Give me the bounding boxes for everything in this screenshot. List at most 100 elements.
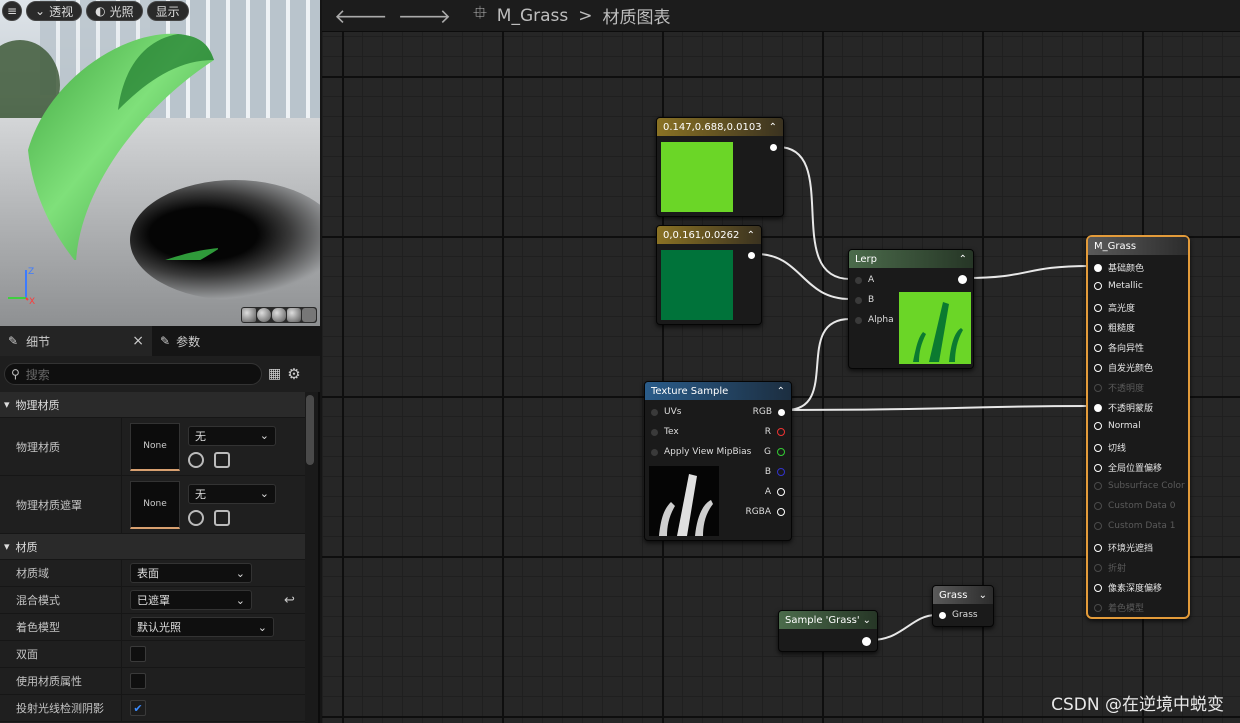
- lerp-node[interactable]: Lerp ⌃ A B Alpha: [848, 249, 974, 369]
- constant3vector-node[interactable]: 0.147,0.688,0.0103 ⌃: [656, 117, 784, 217]
- chevron-down-icon[interactable]: ⌄: [979, 590, 987, 601]
- color-swatch: [661, 250, 733, 320]
- pin-socket-icon: [1094, 323, 1102, 332]
- output-pin[interactable]: [770, 144, 777, 151]
- landscape-grass-sample-node[interactable]: Sample 'Grass' ⌄: [778, 610, 878, 652]
- material-input-pin[interactable]: 环境光遮挡: [1094, 541, 1153, 554]
- asset-thumbnail[interactable]: None: [130, 480, 180, 529]
- output-pin-a[interactable]: A: [765, 487, 785, 497]
- browse-asset-icon[interactable]: [214, 509, 230, 526]
- collapse-icon[interactable]: ⌃: [769, 122, 777, 133]
- browse-asset-icon[interactable]: [214, 451, 230, 468]
- shading-model-combo[interactable]: 默认光照 ⌄: [130, 617, 274, 637]
- asset-thumbnail[interactable]: None: [130, 422, 180, 471]
- material-input-pin[interactable]: Subsurface Color: [1094, 481, 1185, 491]
- input-pin-grass[interactable]: Grass: [939, 610, 978, 620]
- material-input-pin[interactable]: 折射: [1094, 561, 1126, 574]
- collapse-icon[interactable]: ⌃: [747, 230, 755, 241]
- material-input-pin[interactable]: 高光度: [1094, 301, 1135, 314]
- output-pin-g[interactable]: G: [764, 447, 785, 457]
- plane-preview-icon[interactable]: [272, 308, 286, 322]
- property-value: [122, 668, 305, 694]
- constant3vector-node[interactable]: 0,0.161,0.0262 ⌃: [656, 225, 762, 325]
- grid-view-icon[interactable]: ▦: [268, 366, 281, 382]
- cylinder-preview-icon[interactable]: [242, 308, 256, 322]
- output-pin-rgb[interactable]: RGB: [753, 407, 785, 417]
- collapse-icon[interactable]: ⌃: [777, 386, 785, 397]
- close-tab-icon[interactable]: ×: [132, 333, 144, 349]
- reset-arrow-icon[interactable]: ↩: [284, 593, 295, 608]
- material-input-pin[interactable]: 着色模型: [1094, 601, 1144, 614]
- sphere-preview-icon[interactable]: [257, 308, 271, 322]
- material-input-pin[interactable]: Metallic: [1094, 281, 1143, 291]
- details-panel: ▾ 物理材质 物理材质 None 无 ⌄ 物理材质遮罩 None 无 ⌄ ▾ 材…: [0, 392, 305, 723]
- use-selected-icon[interactable]: [188, 451, 204, 468]
- input-pin-tex[interactable]: Tex: [651, 427, 679, 437]
- perspective-button[interactable]: ⌄ 透视: [26, 1, 83, 21]
- input-pin-b[interactable]: B: [855, 295, 874, 305]
- viewport-menu-button[interactable]: ≡: [2, 1, 22, 21]
- asset-picker-combo[interactable]: 无 ⌄: [188, 425, 276, 446]
- chevron-down-icon[interactable]: ⌄: [863, 615, 871, 626]
- use-selected-icon[interactable]: [188, 509, 204, 526]
- material-input-pin[interactable]: Normal: [1094, 421, 1141, 431]
- left-panel: ≡ ⌄ 透视 ◐ 光照 显示 Z X ✎ 细节 × ✎ 参数 ⚲ 搜索 ▦ ⚙ …: [0, 0, 320, 723]
- material-input-pin[interactable]: Custom Data 0: [1094, 501, 1175, 511]
- grass-output-node[interactable]: Grass ⌄ Grass: [932, 585, 994, 627]
- details-scrollbar[interactable]: [306, 395, 314, 465]
- material-input-pin[interactable]: 各向异性: [1094, 341, 1144, 354]
- texture-sample-node[interactable]: Texture Sample ⌃ UVs Tex Apply View MipBi…: [644, 381, 792, 541]
- material-graph-canvas[interactable]: 0.147,0.688,0.0103 ⌃ 0,0.161,0.0262 ⌃ Lerp…: [322, 32, 1240, 723]
- output-pin-b[interactable]: B: [765, 467, 785, 477]
- graph-toolbar: 🡐 🡒 ⯐ M_Grass > 材质图表: [322, 0, 1240, 32]
- output-pin[interactable]: [958, 275, 967, 284]
- back-arrow-icon[interactable]: 🡐: [334, 4, 388, 28]
- material-input-pin[interactable]: 切线: [1094, 441, 1126, 454]
- tab-details[interactable]: ✎ 细节 ×: [0, 326, 152, 356]
- teapot-preview-icon[interactable]: [302, 308, 316, 322]
- material-input-pin[interactable]: 像素深度偏移: [1094, 581, 1162, 594]
- cube-preview-icon[interactable]: [287, 308, 301, 322]
- panel-tabs: ✎ 细节 × ✎ 参数: [0, 326, 320, 356]
- raytraced-shadows-checkbox[interactable]: ✔: [130, 700, 146, 716]
- material-input-pin[interactable]: Custom Data 1: [1094, 521, 1175, 531]
- material-input-pin[interactable]: 粗糙度: [1094, 321, 1135, 334]
- material-input-pin[interactable]: 不透明蒙版: [1094, 401, 1153, 414]
- preview-viewport[interactable]: ≡ ⌄ 透视 ◐ 光照 显示 Z X: [0, 0, 320, 326]
- pin-label: 折射: [1108, 564, 1127, 574]
- output-pin-rgba[interactable]: RGBA: [745, 507, 785, 517]
- output-pin-r[interactable]: R: [765, 427, 785, 437]
- category-material[interactable]: ▾ 材质: [0, 534, 305, 560]
- category-physical-material[interactable]: ▾ 物理材质: [0, 392, 305, 418]
- output-pin[interactable]: [748, 252, 755, 259]
- output-pin[interactable]: [862, 637, 871, 646]
- material-input-pin[interactable]: 全局位置偏移: [1094, 461, 1162, 474]
- input-pin-alpha[interactable]: Alpha: [855, 315, 894, 325]
- property-value: None 无 ⌄: [122, 476, 305, 533]
- material-input-pin[interactable]: 不透明度: [1094, 381, 1144, 394]
- input-pin-uvs[interactable]: UVs: [651, 407, 681, 417]
- material-output-node[interactable]: M_Grass 基础颜色 Metallic 高光度 粗糙度 各向异性 自发光颜色 不透明度不…: [1086, 235, 1190, 619]
- lighting-button[interactable]: ◐ 光照: [86, 1, 143, 21]
- use-material-attributes-checkbox[interactable]: [130, 673, 146, 689]
- show-button[interactable]: 显示: [146, 1, 189, 21]
- pin-label: 基础颜色: [1108, 264, 1145, 274]
- pin-label: 像素深度偏移: [1108, 584, 1163, 594]
- tab-parameters[interactable]: ✎ 参数: [152, 326, 208, 356]
- material-input-pin[interactable]: 基础颜色: [1094, 261, 1144, 274]
- combo-value: 默认光照: [137, 621, 181, 634]
- material-input-pin[interactable]: 自发光颜色: [1094, 361, 1153, 374]
- material-domain-combo[interactable]: 表面 ⌄: [130, 563, 252, 583]
- collapse-icon[interactable]: ⌃: [959, 254, 967, 265]
- input-pin-a[interactable]: A: [855, 275, 874, 285]
- pin-socket-icon: [1094, 422, 1102, 430]
- search-input[interactable]: ⚲ 搜索: [4, 363, 262, 385]
- viewport-toolbar: ≡ ⌄ 透视 ◐ 光照 显示: [0, 0, 189, 22]
- forward-arrow-icon[interactable]: 🡒: [398, 4, 452, 28]
- breadcrumb-asset[interactable]: M_Grass: [497, 6, 568, 26]
- blend-mode-combo[interactable]: 已遮罩 ⌄: [130, 590, 252, 610]
- input-pin-mipbias[interactable]: Apply View MipBias: [651, 447, 751, 457]
- two-sided-checkbox[interactable]: [130, 646, 146, 662]
- asset-picker-combo[interactable]: 无 ⌄: [188, 483, 276, 504]
- gear-icon[interactable]: ⚙: [287, 365, 300, 383]
